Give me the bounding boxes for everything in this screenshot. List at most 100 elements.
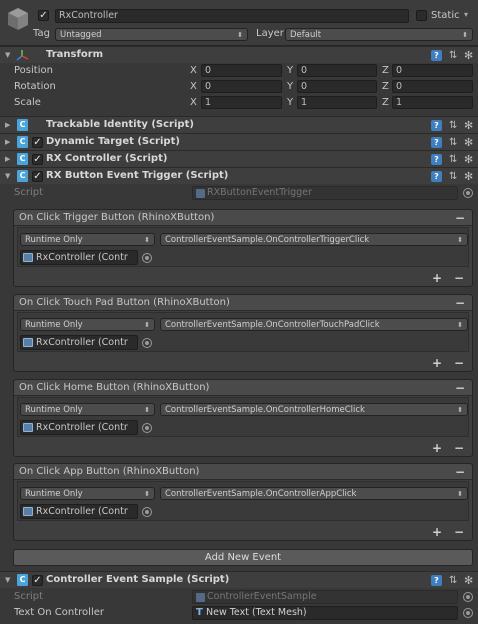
fold-closed-icon[interactable]: ▶ xyxy=(5,121,10,129)
presets-icon[interactable]: ⇅ xyxy=(449,575,457,586)
component-enabled-checkbox[interactable]: ✓ xyxy=(32,171,43,182)
fold-open-icon[interactable]: ▼ xyxy=(5,576,10,584)
rotation-x-field[interactable]: 0 xyxy=(201,80,282,93)
scale-z-field[interactable]: 1 xyxy=(392,96,473,109)
remove-event-button[interactable]: − xyxy=(455,212,465,224)
tag-dropdown[interactable]: Untagged ⬍ xyxy=(55,28,248,41)
help-icon[interactable]: ? xyxy=(431,154,442,165)
object-picker-icon[interactable] xyxy=(142,253,152,263)
layer-dropdown-arrow-icon: ⬍ xyxy=(462,31,468,39)
object-picker-icon[interactable] xyxy=(142,423,152,433)
remove-event-button[interactable]: − xyxy=(455,382,465,394)
gear-icon[interactable]: ✻ xyxy=(464,575,473,586)
static-dropdown-icon[interactable]: ▾ xyxy=(464,10,468,19)
object-picker-icon[interactable] xyxy=(463,592,473,602)
function-dropdown[interactable]: ControllerEventSample.OnControllerTouchP… xyxy=(160,318,468,331)
presets-icon[interactable]: ⇅ xyxy=(449,154,457,165)
presets-icon[interactable]: ⇅ xyxy=(449,171,457,182)
object-picker-icon[interactable] xyxy=(463,188,473,198)
component-header-rx-button-event-trigger[interactable]: ▼ C ✓ RX Button Event Trigger (Script) ?… xyxy=(0,167,478,184)
add-listener-button[interactable]: + xyxy=(432,442,442,454)
remove-listener-button[interactable]: − xyxy=(454,442,464,454)
help-icon[interactable]: ? xyxy=(431,120,442,131)
remove-event-button[interactable]: − xyxy=(455,297,465,309)
transform-title: Transform xyxy=(46,49,104,60)
presets-icon[interactable]: ⇅ xyxy=(449,137,457,148)
remove-listener-button[interactable]: − xyxy=(454,526,464,538)
remove-listener-button[interactable]: − xyxy=(454,357,464,369)
gear-icon[interactable]: ✻ xyxy=(464,171,473,182)
remove-listener-button[interactable]: − xyxy=(454,272,464,284)
target-object-field[interactable]: RxController (Contr xyxy=(20,504,138,519)
transform-header[interactable]: ▼ Transform ? ⇅ ✻ xyxy=(0,46,478,63)
object-picker-icon[interactable] xyxy=(142,338,152,348)
target-value: RxController (Contr xyxy=(36,337,128,348)
add-listener-button[interactable]: + xyxy=(432,526,442,538)
component-header-trackable-identity[interactable]: ▶ C Trackable Identity (Script) ? ⇅ ✻ xyxy=(0,116,478,133)
text-on-controller-field[interactable]: T New Text (Text Mesh) xyxy=(192,606,458,620)
help-icon[interactable]: ? xyxy=(431,575,442,586)
script-value: RXButtonEventTrigger xyxy=(207,187,312,198)
script-icon: C xyxy=(17,136,28,148)
gameobject-header: ✓ RxController Static ▾ Tag Untagged ⬍ L… xyxy=(0,0,478,46)
active-checkbox[interactable]: ✓ xyxy=(38,10,49,21)
runtime-dropdown[interactable]: Runtime Only ⬍ xyxy=(20,403,155,416)
presets-icon[interactable]: ⇅ xyxy=(449,120,457,131)
axis-z-label: Z xyxy=(382,81,389,92)
tag-dropdown-arrow-icon: ⬍ xyxy=(237,31,243,39)
event-title: On Click Touch Pad Button (RhinoXButton) xyxy=(19,297,230,308)
object-picker-icon[interactable] xyxy=(142,507,152,517)
target-object-field[interactable]: RxController (Contr xyxy=(20,420,138,435)
rotation-z-field[interactable]: 0 xyxy=(392,80,473,93)
gameobject-icon xyxy=(23,423,33,432)
static-checkbox[interactable] xyxy=(416,10,427,21)
remove-event-button[interactable]: − xyxy=(455,466,465,478)
layer-dropdown[interactable]: Default ⬍ xyxy=(285,28,473,41)
component-enabled-checkbox[interactable]: ✓ xyxy=(32,154,43,165)
position-x-field[interactable]: 0 xyxy=(201,64,282,77)
help-icon[interactable]: ? xyxy=(431,137,442,148)
script-label: Script xyxy=(14,187,44,198)
position-z-field[interactable]: 0 xyxy=(392,64,473,77)
script-icon: C xyxy=(17,170,28,182)
dropdown-arrow-icon: ⬍ xyxy=(457,236,463,244)
component-header-dynamic-target[interactable]: ▶ C ✓ Dynamic Target (Script) ? ⇅ ✻ xyxy=(0,133,478,150)
object-picker-icon[interactable] xyxy=(463,608,473,618)
component-enabled-checkbox[interactable]: ✓ xyxy=(32,137,43,148)
runtime-dropdown[interactable]: Runtime Only ⬍ xyxy=(20,318,155,331)
fold-closed-icon[interactable]: ▶ xyxy=(5,138,10,146)
script-value: ControllerEventSample xyxy=(207,591,317,602)
event-header: On Click App Button (RhinoXButton) − xyxy=(14,464,472,480)
function-dropdown[interactable]: ControllerEventSample.OnControllerAppCli… xyxy=(160,487,468,500)
function-dropdown[interactable]: ControllerEventSample.OnControllerHomeCl… xyxy=(160,403,468,416)
add-listener-button[interactable]: + xyxy=(432,272,442,284)
component-header-controller-event-sample[interactable]: ▼ C ✓ Controller Event Sample (Script) ?… xyxy=(0,571,478,588)
fold-open-icon[interactable]: ▼ xyxy=(5,172,10,180)
fold-closed-icon[interactable]: ▶ xyxy=(5,155,10,163)
axis-y-label: Y xyxy=(287,97,294,108)
event-listener-row: Runtime Only ⬍ ControllerEventSample.OnC… xyxy=(17,312,469,352)
component-header-rx-controller[interactable]: ▶ C ✓ RX Controller (Script) ? ⇅ ✻ xyxy=(0,150,478,167)
help-icon[interactable]: ? xyxy=(431,171,442,182)
gear-icon[interactable]: ✻ xyxy=(464,137,473,148)
scale-x-field[interactable]: 1 xyxy=(201,96,282,109)
component-enabled-checkbox[interactable]: ✓ xyxy=(32,575,43,586)
gear-icon[interactable]: ✻ xyxy=(464,50,473,61)
gameobject-name-field[interactable]: RxController xyxy=(55,9,409,23)
fold-open-icon[interactable]: ▼ xyxy=(5,51,10,59)
rotation-y-field[interactable]: 0 xyxy=(297,80,377,93)
runtime-dropdown[interactable]: Runtime Only ⬍ xyxy=(20,233,155,246)
gear-icon[interactable]: ✻ xyxy=(464,154,473,165)
target-object-field[interactable]: RxController (Contr xyxy=(20,335,138,350)
scale-y-field[interactable]: 1 xyxy=(297,96,377,109)
presets-icon[interactable]: ⇅ xyxy=(449,50,457,61)
function-dropdown[interactable]: ControllerEventSample.OnControllerTrigge… xyxy=(160,233,468,246)
help-icon[interactable]: ? xyxy=(431,50,442,61)
add-listener-button[interactable]: + xyxy=(432,357,442,369)
runtime-dropdown[interactable]: Runtime Only ⬍ xyxy=(20,487,155,500)
position-y-field[interactable]: 0 xyxy=(297,64,377,77)
script-field: RXButtonEventTrigger xyxy=(192,186,458,200)
add-new-event-button[interactable]: Add New Event xyxy=(13,549,473,566)
gear-icon[interactable]: ✻ xyxy=(464,120,473,131)
target-object-field[interactable]: RxController (Contr xyxy=(20,250,138,265)
